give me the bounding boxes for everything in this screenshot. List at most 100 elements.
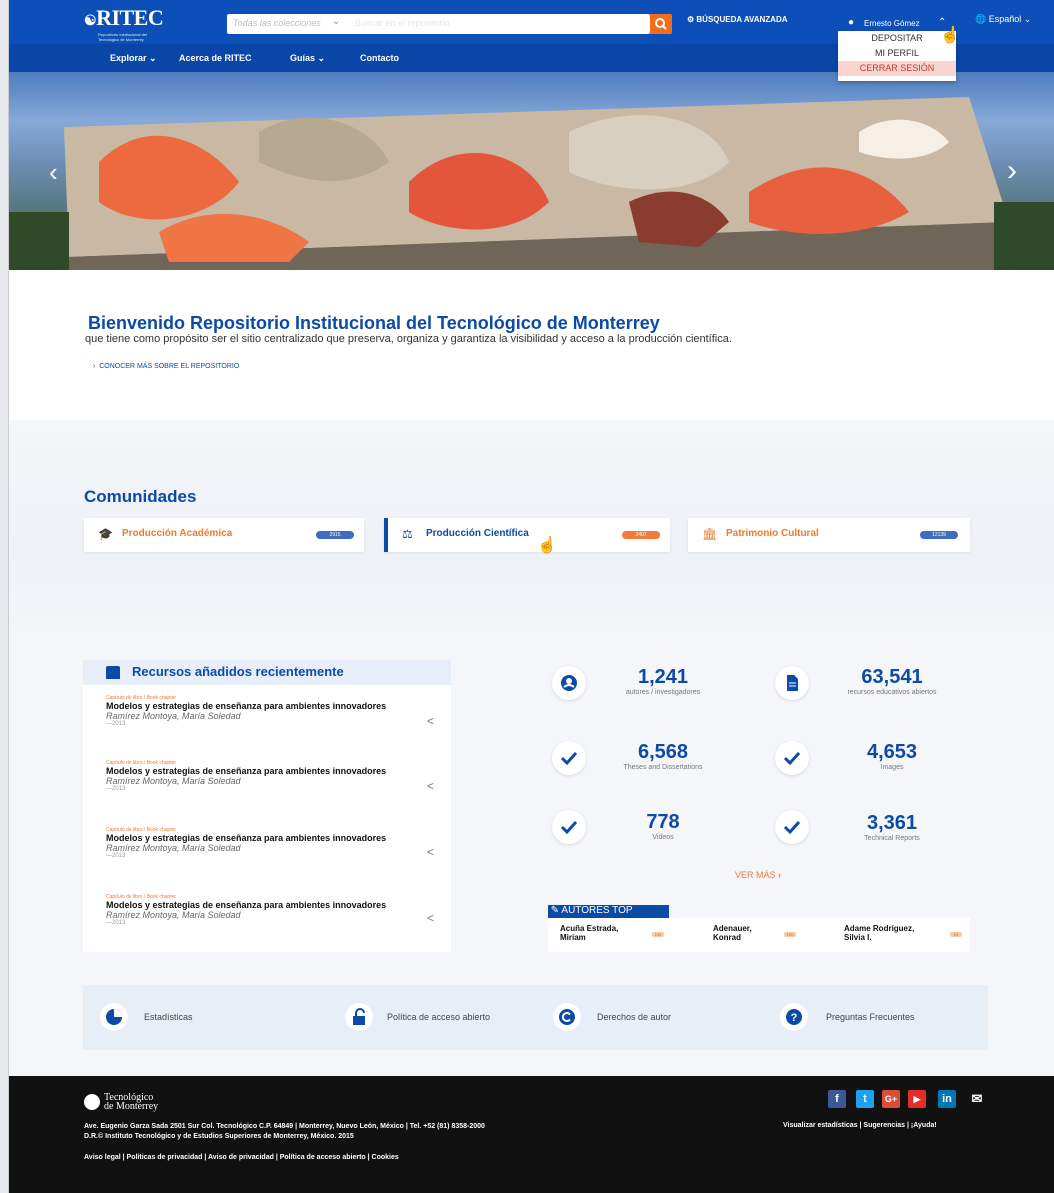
chevron-right-icon: › (778, 870, 782, 880)
item-date: —2013 (106, 920, 126, 926)
question-icon: ? (780, 1003, 808, 1031)
email-icon[interactable]: ✉ (968, 1090, 986, 1108)
flask-icon: ⚖ (402, 527, 413, 541)
chevron-down-icon[interactable]: ⌄ (332, 16, 340, 27)
carousel-prev-button[interactable]: ‹ (49, 157, 58, 188)
nav-guias[interactable]: Guías ⌄ (290, 53, 325, 64)
menu-item-profile[interactable]: MI PERFIL (838, 46, 956, 61)
linkedin-icon[interactable]: in (938, 1090, 956, 1108)
author-entry[interactable]: Adame Rodríguez, Silvia I. (844, 924, 914, 942)
footer-logo[interactable]: Tecnológico de Monterrey (84, 1093, 158, 1112)
ritec-logo[interactable]: ☯RITEC Repositorio Institucional del Tec… (84, 7, 164, 43)
stat-oer[interactable]: 63,541 recursos educativos abiertos (822, 666, 962, 696)
museum-icon: 🏛 (702, 527, 718, 541)
facebook-icon[interactable]: f (828, 1090, 846, 1108)
author-entry[interactable]: Acuña Estrada, Miriam (560, 924, 618, 942)
google-plus-icon[interactable]: G+ (882, 1090, 900, 1108)
language-select[interactable]: 🌐 Español ⌄ (975, 14, 1031, 25)
search-button[interactable] (650, 14, 672, 34)
list-item[interactable]: Capítulo de libro / Book chapter Modelos… (106, 760, 386, 792)
list-item[interactable]: Capítulo de libro / Book chapter Modelos… (106, 827, 386, 859)
hero-image (9, 97, 1054, 270)
stat-label: autores / investigadores (625, 689, 701, 696)
share-icon[interactable]: < (427, 845, 434, 859)
footer-address-line: Ave. Eugenio Garza Sada 2501 Sur Col. Te… (84, 1123, 485, 1130)
item-title[interactable]: Modelos y estrategias de enseñanza para … (106, 900, 386, 910)
top-authors-header: ✎ AUTORES TOP (548, 905, 669, 918)
youtube-icon[interactable]: ▶ (908, 1090, 926, 1108)
link-faq[interactable]: ? Preguntas Frecuentes (780, 1003, 915, 1031)
item-title[interactable]: Modelos y estrategias de enseñanza para … (106, 833, 386, 843)
stat-authors[interactable]: 1,241 autores / investigadores (598, 666, 728, 696)
search-box[interactable]: Todas las colecciones ⌄ Buscar en el rep… (227, 14, 650, 34)
user-name: Ernesto Gómez (864, 19, 920, 28)
check-icon (783, 820, 801, 835)
chevron-right-icon: › (93, 363, 96, 370)
stat-images[interactable]: 4,653 Images (822, 741, 962, 771)
collection-select[interactable]: Todas las colecciones (233, 18, 321, 28)
window-frame (0, 0, 9, 1193)
link-open-access-policy[interactable]: Política de acceso abierto (345, 1003, 490, 1031)
stat-videos[interactable]: 778 Videos (598, 811, 728, 841)
community-count-badge: 3407 (622, 531, 660, 539)
check-icon (560, 820, 578, 835)
author-entry[interactable]: Adenauer, Konrad (713, 924, 752, 942)
author-count-badge: 100 (784, 932, 796, 937)
check-icon (560, 751, 578, 766)
list-item[interactable]: Capítulo de libro / Book chapter Modelos… (106, 695, 386, 727)
item-title[interactable]: Modelos y estrategias de enseñanza para … (106, 701, 386, 711)
about-repository-link[interactable]: › CONOCER MÁS SOBRE EL REPOSITORIO (93, 363, 239, 370)
community-scientific[interactable]: ⚖ Producción Científica 3407 (384, 518, 670, 552)
list-item[interactable]: Capítulo de libro / Book chapter Modelos… (106, 894, 386, 926)
stat-technical-reports[interactable]: 3,361 Technical Reports (822, 812, 962, 842)
globe-icon: 🌐 (975, 14, 987, 24)
menu-item-deposit[interactable]: DEPOSITAR (838, 31, 956, 46)
item-author[interactable]: Ramírez Montoya, María Soledad (106, 776, 386, 786)
stat-label: Images (880, 764, 904, 771)
logo-subtitle: Repositorio Institucional del Tecnológic… (98, 32, 147, 42)
community-cultural[interactable]: 🏛 Patrimonio Cultural 12139 (688, 518, 970, 552)
nav-acerca[interactable]: Acerca de RITEC (179, 53, 252, 63)
language-label: Español (988, 14, 1022, 24)
search-input[interactable]: Buscar en el repositorio (355, 18, 450, 28)
nav-contacto[interactable]: Contacto (360, 53, 399, 63)
author-count-badge: 133 (652, 932, 664, 937)
stat-value: 4,653 (866, 741, 918, 763)
nav-explorar[interactable]: Explorar ⌄ (110, 53, 157, 64)
tec-logo-icon (84, 1094, 100, 1110)
user-dropdown: DEPOSITAR MI PERFIL CERRAR SESIÓN (838, 31, 956, 81)
item-date: —2013 (106, 853, 126, 859)
see-more-link[interactable]: VER MÁS › (735, 870, 781, 880)
copyright-icon (553, 1003, 581, 1031)
search-icon (655, 18, 667, 30)
hero-carousel: ‹ › (9, 72, 1054, 270)
link-copyright[interactable]: Derechos de autor (553, 1003, 671, 1031)
link-statistics[interactable]: Estadísticas (100, 1003, 193, 1031)
chevron-down-icon: ⌄ (149, 53, 157, 63)
footer-address: Ave. Eugenio Garza Sada 2501 Sur Col. Te… (84, 1122, 485, 1142)
footer-right-links[interactable]: Visualizar estadísticas | Sugerencias | … (783, 1122, 937, 1129)
carousel-next-button[interactable]: › (1007, 154, 1017, 188)
advanced-search-link[interactable]: ⚙ BÚSQUEDA AVANZADA (687, 15, 788, 24)
stat-value: 6,568 (637, 741, 689, 763)
welcome-title: Bienvenido Repositorio Institucional del… (88, 313, 660, 333)
stat-icon-circle (775, 810, 809, 844)
share-icon[interactable]: < (427, 714, 434, 728)
item-date: —2013 (106, 721, 126, 727)
footer-legal-links[interactable]: Aviso legal | Políticas de privacidad | … (84, 1154, 399, 1161)
item-author[interactable]: Ramírez Montoya, María Soledad (106, 910, 386, 920)
item-author[interactable]: Ramírez Montoya, María Soledad (106, 711, 386, 721)
twitter-icon[interactable]: t (856, 1090, 874, 1108)
link-label: Preguntas Frecuentes (826, 1012, 915, 1022)
item-title[interactable]: Modelos y estrategias de enseñanza para … (106, 766, 386, 776)
link-label: Derechos de autor (597, 1012, 672, 1022)
stat-theses[interactable]: 6,568 Theses and Dissertations (598, 741, 728, 771)
book-icon (106, 666, 120, 679)
community-label: Producción Académica (122, 528, 233, 539)
item-author[interactable]: Ramírez Montoya, María Soledad (106, 843, 386, 853)
share-icon[interactable]: < (427, 779, 434, 793)
menu-item-logout[interactable]: CERRAR SESIÓN (838, 61, 956, 76)
share-icon[interactable]: < (427, 911, 434, 925)
community-label: Patrimonio Cultural (726, 528, 819, 539)
community-academic[interactable]: 🎓 Producción Académica 2915 (84, 518, 364, 552)
